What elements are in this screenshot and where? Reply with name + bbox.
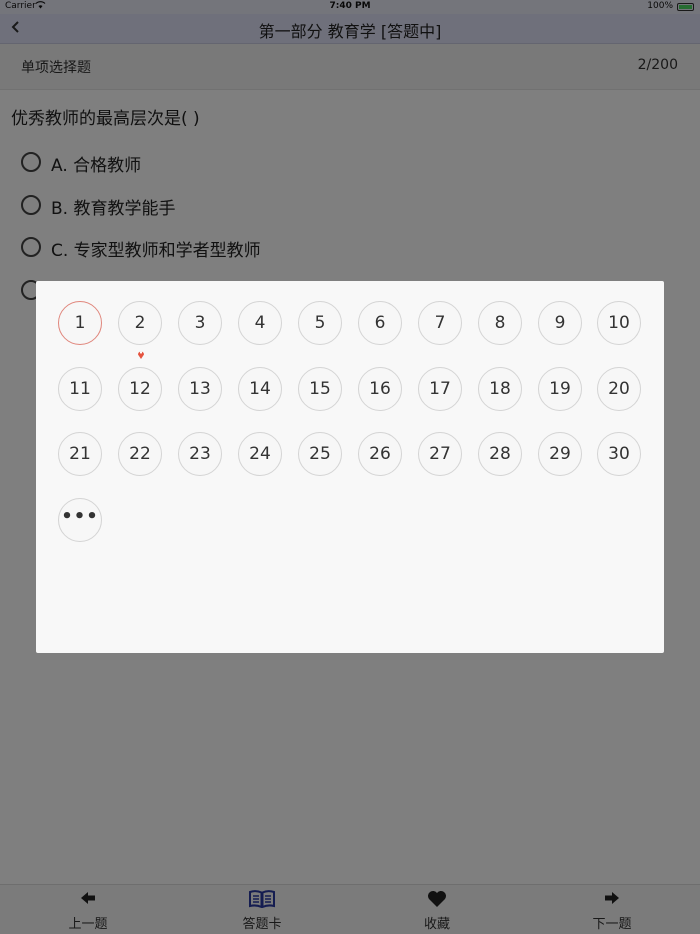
question-number[interactable]: 29	[538, 432, 582, 476]
question-number[interactable]: 14	[238, 367, 282, 411]
location-pin-icon	[137, 333, 145, 359]
question-number[interactable]: 10	[597, 301, 641, 345]
question-number[interactable]: 9	[538, 301, 582, 345]
question-number[interactable]: 8	[478, 301, 522, 345]
more-questions-button[interactable]: •••	[58, 498, 102, 542]
question-number[interactable]: 21	[58, 432, 102, 476]
question-number[interactable]: 27	[418, 432, 462, 476]
answer-card-panel: 1 2 3 4 5 6 7 8 9 10 11 12 13 14 15 16 1…	[36, 281, 664, 653]
question-number[interactable]: 13	[178, 367, 222, 411]
question-number[interactable]: 5	[298, 301, 342, 345]
question-number[interactable]: 30	[597, 432, 641, 476]
question-number[interactable]: 2	[118, 301, 162, 359]
question-number[interactable]: 25	[298, 432, 342, 476]
question-number[interactable]: 12	[118, 367, 162, 411]
question-number[interactable]: 3	[178, 301, 222, 345]
question-number[interactable]: 4	[238, 301, 282, 345]
question-number[interactable]: 6	[358, 301, 402, 345]
question-number[interactable]: 17	[418, 367, 462, 411]
question-number[interactable]: 7	[418, 301, 462, 345]
question-number[interactable]: 22	[118, 432, 162, 476]
question-number[interactable]: 26	[358, 432, 402, 476]
question-number[interactable]: 20	[597, 367, 641, 411]
question-number[interactable]: 15	[298, 367, 342, 411]
question-number[interactable]: 16	[358, 367, 402, 411]
question-number[interactable]: 28	[478, 432, 522, 476]
question-number[interactable]: 24	[238, 432, 282, 476]
question-number[interactable]: 19	[538, 367, 582, 411]
question-number[interactable]: 23	[178, 432, 222, 476]
more-dots-icon: •••	[61, 506, 99, 527]
question-number[interactable]: 18	[478, 367, 522, 411]
question-number[interactable]: 11	[58, 367, 102, 411]
question-number-current[interactable]: 1	[58, 301, 102, 345]
